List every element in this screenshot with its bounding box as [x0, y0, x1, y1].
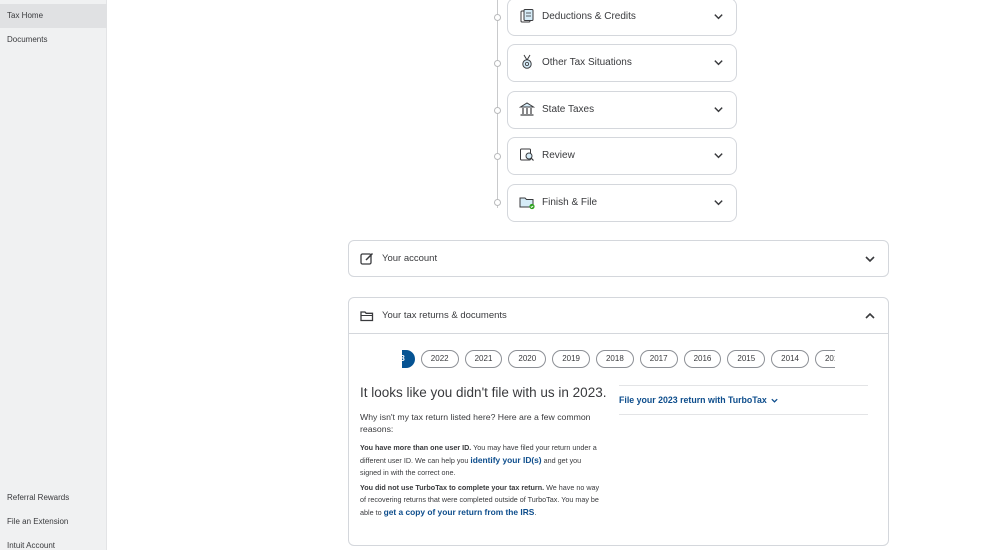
chevron-down-icon: [714, 153, 723, 159]
step-review[interactable]: Review: [507, 137, 737, 175]
timeline-dot: [494, 14, 501, 21]
year-selector: 2023 2022 2021 2020 2019 2018 2017 2016 2015 2014…: [402, 350, 835, 370]
year-pill-2022[interactable]: 2022: [420, 350, 459, 368]
year-pill-2023[interactable]: 2023: [402, 350, 415, 368]
sidebar-item-documents[interactable]: Documents: [0, 28, 107, 52]
tax-returns-body: 2023 2022 2021 2020 2019 2018 2017 2016 2015 2014…: [349, 334, 888, 547]
step-label: State Taxes: [542, 104, 595, 115]
year-pills: 2023 2022 2021 2020 2019 2018 2017 2016 2015 2014…: [402, 350, 835, 368]
year-pill-2015[interactable]: 2015: [727, 350, 766, 368]
edit-square-icon: [360, 252, 374, 265]
sidebar-item-tax-home[interactable]: Tax Home: [0, 4, 107, 28]
chevron-down-icon: [714, 200, 723, 206]
year-pill-2017[interactable]: 2017: [639, 350, 678, 368]
year-pill-2018[interactable]: 2018: [595, 350, 634, 368]
chevron-down-icon: [714, 14, 723, 20]
panel-title: Your account: [382, 253, 438, 264]
sidebar-item-referral-rewards[interactable]: Referral Rewards: [0, 486, 107, 510]
receipt-icon: [520, 9, 534, 23]
reason-title: You have more than one user ID.: [360, 443, 472, 452]
identify-ids-link[interactable]: identify your ID(s): [470, 455, 541, 465]
reason-multiple-ids: You have more than one user ID. You may …: [360, 442, 600, 479]
why-text: Why isn't my tax return listed here? Her…: [360, 412, 591, 434]
reason-title: You did not use TurboTax to complete you…: [360, 483, 545, 492]
irs-copy-link[interactable]: get a copy of your return from the IRS: [384, 507, 535, 517]
magnifier-review-icon: [520, 148, 534, 161]
step-label: Review: [542, 150, 575, 161]
your-account-panel: Your account: [348, 240, 889, 277]
medal-icon: [522, 54, 532, 69]
chevron-down-icon: [714, 60, 723, 66]
state-building-icon: [519, 102, 535, 116]
timeline-dot: [494, 107, 501, 114]
sidebar-item-intuit-account[interactable]: Intuit Account: [0, 534, 107, 550]
step-label: Other Tax Situations: [542, 57, 632, 68]
file-with-turbotax-toggle[interactable]: File your 2023 return with TurboTax: [619, 385, 868, 415]
tax-returns-panel: Your tax returns & documents 20232022202…: [348, 297, 889, 546]
your-account-toggle[interactable]: Your account: [349, 241, 888, 277]
step-state-taxes[interactable]: State Taxes: [507, 91, 737, 129]
file-with-turbotax-link: File your 2023 return with TurboTax: [619, 395, 767, 405]
tax-returns-toggle[interactable]: Your tax returns & documents: [349, 298, 888, 334]
step-finish-file[interactable]: Finish & File: [507, 184, 737, 222]
chevron-up-icon: [865, 312, 875, 319]
chevron-down-icon: [865, 256, 875, 263]
year-pill-2013[interactable]: 2013: [814, 350, 835, 368]
year-pill-2014[interactable]: 2014: [771, 350, 809, 368]
no-return-headline: It looks like you didn't file with us in…: [360, 385, 607, 400]
step-other-tax-situations[interactable]: Other Tax Situations: [507, 44, 737, 82]
step-label: Finish & File: [542, 197, 598, 208]
folders-icon: [360, 311, 374, 322]
timeline-dot: [494, 60, 501, 67]
folder-check-icon: [519, 197, 535, 210]
year-pill-2019[interactable]: 2019: [552, 350, 590, 368]
reason-text: .: [534, 508, 537, 517]
step-deductions-credits[interactable]: Deductions & Credits: [507, 0, 737, 36]
reason-not-turbotax: You did not use TurboTax to complete you…: [360, 482, 600, 519]
sidebar: Tax Home Documents Referral Rewards File…: [0, 0, 107, 550]
year-pill-2020[interactable]: 2020: [508, 350, 547, 368]
progress-timeline: [497, 0, 498, 208]
timeline-dot: [494, 199, 501, 206]
panel-title: Your tax returns & documents: [382, 310, 507, 321]
chevron-down-icon: [771, 398, 778, 403]
year-pill-2016[interactable]: 2016: [683, 350, 722, 368]
step-label: Deductions & Credits: [542, 11, 636, 22]
timeline-dot: [494, 153, 501, 160]
sidebar-item-file-extension[interactable]: File an Extension: [0, 510, 107, 534]
chevron-down-icon: [714, 107, 723, 113]
year-pill-2021[interactable]: 2021: [464, 350, 503, 368]
